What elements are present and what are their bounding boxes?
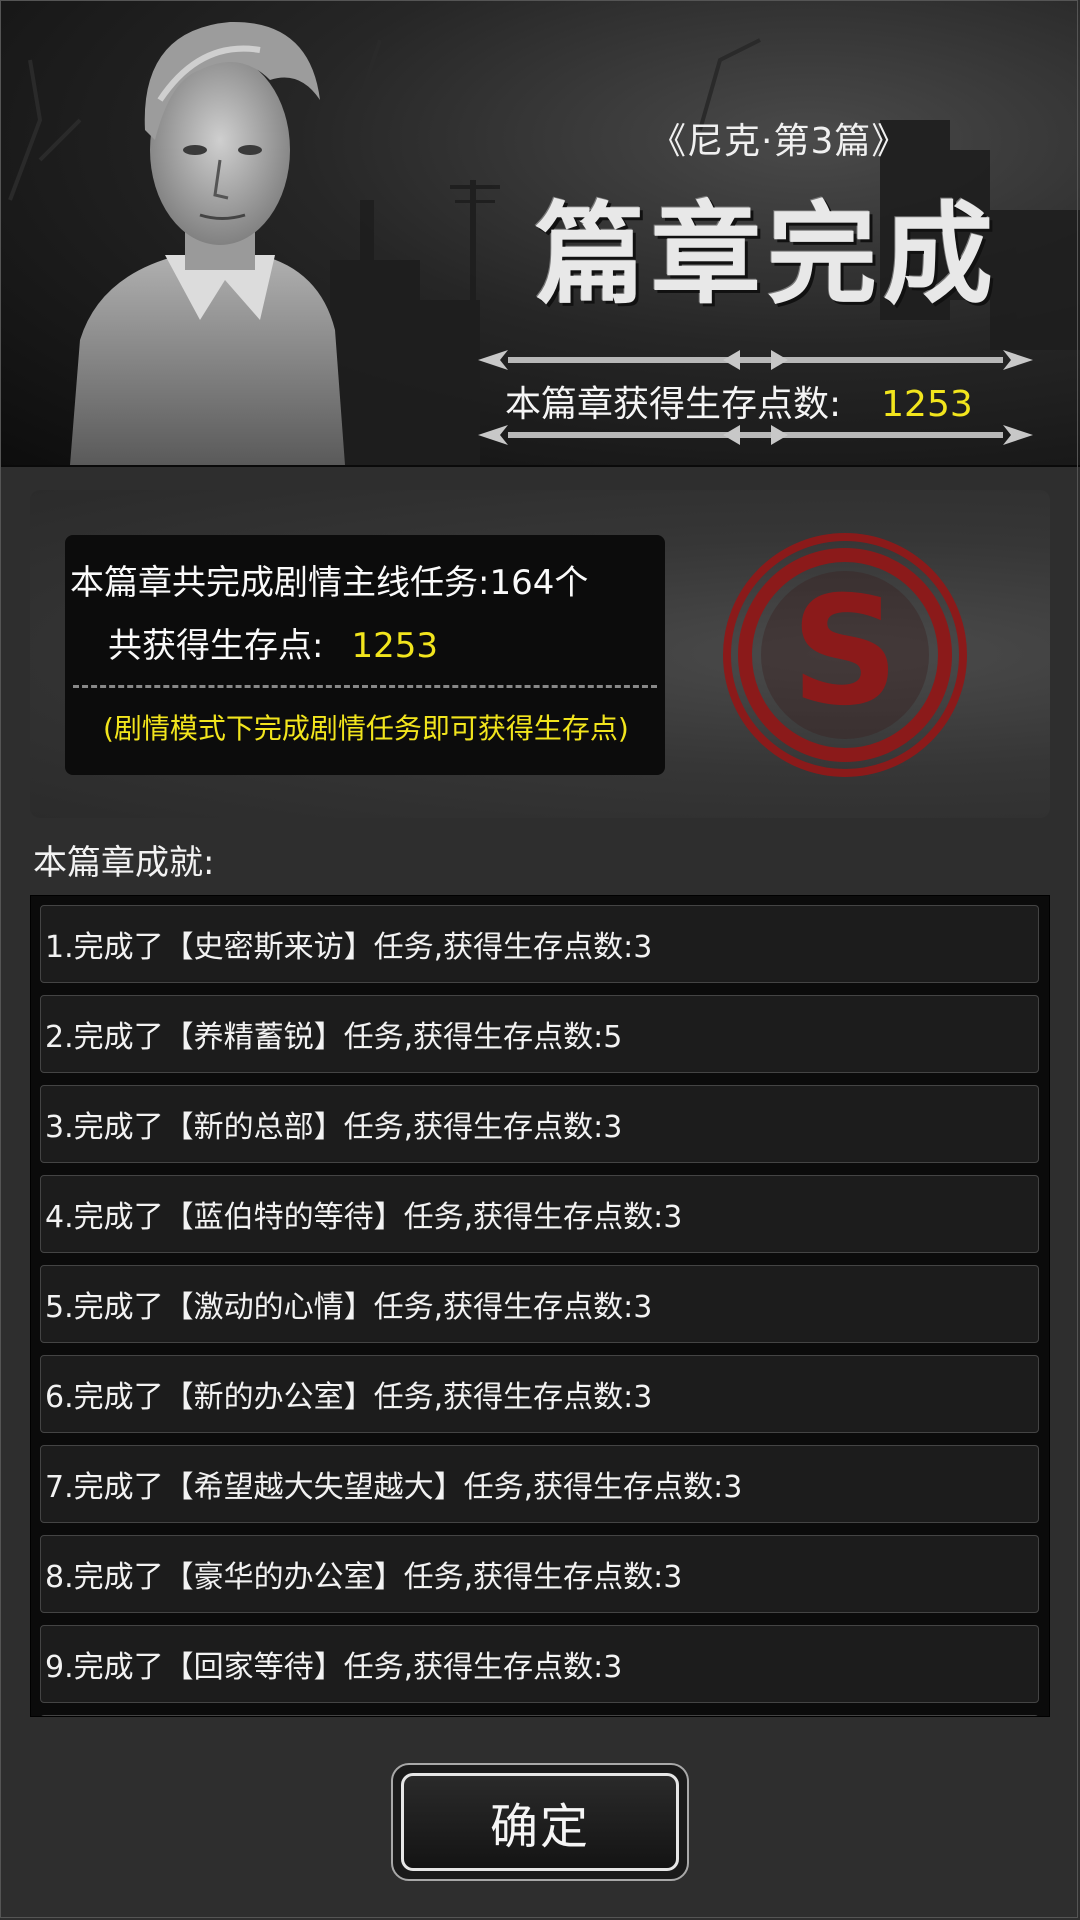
achievement-item-partial [40,1715,1039,1716]
confirm-button-label[interactable]: 确定 [401,1773,679,1871]
achievement-item: 1.完成了【史密斯来访】任务,获得生存点数:3 [40,905,1039,983]
chapter-summary-card: 本篇章共完成剧情主线任务:164个 共获得生存点: 1253 (剧情模式下完成剧情… [30,490,1050,818]
achievement-item: 4.完成了【蓝伯特的等待】任务,获得生存点数:3 [40,1175,1039,1253]
achievement-item: 5.完成了【激动的心情】任务,获得生存点数:3 [40,1265,1039,1343]
achievement-item: 2.完成了【养精蓄锐】任务,获得生存点数:5 [40,995,1039,1073]
ornament-divider-bottom [478,425,1033,445]
achievement-item: 3.完成了【新的总部】任务,获得生存点数:3 [40,1085,1039,1163]
emblem-letter: S [791,565,899,739]
summary-info-box: 本篇章共完成剧情主线任务:164个 共获得生存点: 1253 (剧情模式下完成剧情… [65,535,665,775]
achievements-title: 本篇章成就: [33,843,215,883]
ornament-divider-top [478,350,1033,370]
survival-points-note: (剧情模式下完成剧情任务即可获得生存点) [103,712,629,745]
achievement-item: 7.完成了【希望越大失望越大】任务,获得生存点数:3 [40,1445,1039,1523]
chapter-complete-title: 篇章完成 [535,190,999,319]
confirm-button[interactable]: 确定 [391,1763,689,1881]
achievement-item: 8.完成了【豪华的办公室】任务,获得生存点数:3 [40,1535,1039,1613]
character-portrait [70,21,345,465]
survival-s-emblem-icon: S [723,533,967,777]
achievement-item: 6.完成了【新的办公室】任务,获得生存点数:3 [40,1355,1039,1433]
chapter-banner: 《尼克·第3篇》 篇章完成 本篇章获得生存点数: 1253 [0,0,1080,467]
summary-points-label: 共获得生存点: [108,626,324,666]
summary-points-row: 共获得生存点: 1253 [108,618,438,667]
achievements-list[interactable]: 1.完成了【史密斯来访】任务,获得生存点数:3 2.完成了【养精蓄锐】任务,获得… [30,895,1050,1717]
summary-points-value: 1253 [351,626,438,666]
missions-completed-text: 本篇章共完成剧情主线任务:164个 [70,563,589,603]
chapter-name: 《尼克·第3篇》 [650,121,909,162]
banner-points-value: 1253 [881,384,973,425]
banner-points-label: 本篇章获得生存点数: [505,384,842,425]
dashed-divider [73,685,657,688]
achievement-item: 9.完成了【回家等待】任务,获得生存点数:3 [40,1625,1039,1703]
